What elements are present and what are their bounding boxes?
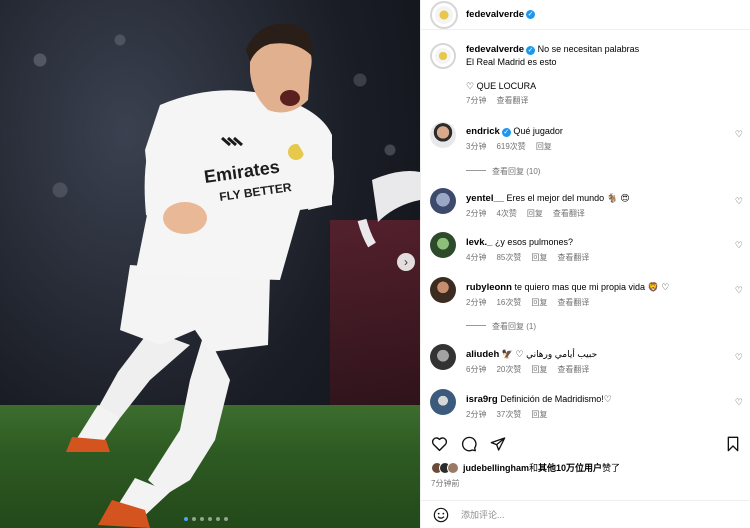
comment-text: Eres el mejor del mundo 🐐 😍 — [506, 193, 630, 203]
caption-time: 7分钟 — [466, 96, 487, 105]
comment-likes[interactable]: 20次赞 — [496, 365, 521, 374]
verified-icon: ✓ — [526, 10, 536, 19]
comment-time: 3分钟 — [466, 142, 487, 151]
reply-button[interactable]: 回复 — [531, 253, 547, 262]
see-translation-link[interactable]: 查看翻译 — [557, 253, 589, 262]
player-illustration: Emirates FLY BETTER — [66, 23, 420, 528]
carousel-dots — [184, 517, 228, 521]
caption-username[interactable]: fedevalverde — [466, 44, 524, 55]
comment-likes[interactable]: 85次赞 — [496, 253, 521, 262]
see-translation-link[interactable]: 查看翻译 — [553, 209, 585, 218]
heart-icon[interactable]: ♡ — [735, 397, 743, 408]
commenter-avatar[interactable] — [430, 232, 456, 258]
reply-button[interactable]: 回复 — [531, 410, 547, 419]
commenter-username[interactable]: rubyleonn — [466, 282, 512, 293]
reply-button[interactable]: 回复 — [531, 365, 547, 374]
comment-icon[interactable] — [461, 436, 477, 452]
comment-likes[interactable]: 37次赞 — [496, 410, 521, 419]
caption-line1: No se necesitan palabras — [537, 44, 640, 54]
reply-button[interactable]: 回复 — [531, 298, 547, 307]
commenter-username[interactable]: endrick — [466, 126, 500, 137]
caption-line3: ♡ QUE LOCURA — [466, 81, 537, 91]
comment-time: 2分钟 — [466, 209, 487, 218]
comment-text: te quiero mas que mi propia vida 🦁 ♡ — [514, 282, 670, 292]
bookmark-icon[interactable] — [726, 436, 740, 452]
post-side-panel: fedevalverde ✓ fedevalverde ✓ No se neces… — [420, 0, 750, 528]
heart-icon[interactable] — [431, 436, 448, 452]
commenter-username[interactable]: aliudeh — [466, 349, 499, 360]
post-photo: Emirates FLY BETTER › — [0, 0, 420, 528]
carousel-dot — [224, 517, 228, 521]
see-translation-link[interactable]: 查看翻译 — [557, 365, 589, 374]
view-replies-link[interactable]: 查看回复 (1) — [466, 321, 536, 332]
carousel-next-button[interactable]: › — [397, 253, 415, 271]
commenter-avatar[interactable] — [430, 344, 456, 370]
likes-suffix: 赞了 — [602, 463, 621, 473]
likes-summary: judebellingham和其他10万位用户赞了 — [431, 461, 620, 474]
carousel-dot — [200, 517, 204, 521]
likes-count-link[interactable]: 其他10万位用户 — [538, 463, 602, 473]
verified-icon: ✓ — [501, 128, 511, 137]
heart-icon[interactable]: ♡ — [735, 285, 743, 296]
reply-button[interactable]: 回复 — [536, 142, 552, 151]
comment-input[interactable] — [461, 509, 701, 520]
comment-text: ¿y esos pulmones? — [494, 237, 573, 247]
commenter-username[interactable]: yentel__ — [466, 193, 504, 204]
commenter-username[interactable]: levk._ — [466, 237, 492, 248]
carousel-dot — [216, 517, 220, 521]
chevron-right-icon: › — [404, 255, 408, 269]
author-avatar[interactable] — [430, 43, 456, 69]
author-avatar[interactable] — [430, 0, 458, 29]
author-username[interactable]: fedevalverde — [466, 9, 524, 20]
see-translation-link[interactable]: 查看翻译 — [496, 96, 528, 105]
post-time: 7分钟前 — [431, 479, 460, 488]
comment-likes[interactable]: 16次赞 — [496, 298, 521, 307]
heart-icon[interactable]: ♡ — [735, 240, 743, 251]
commenter-avatar[interactable] — [430, 277, 456, 303]
likes-connector: 和 — [529, 463, 539, 473]
comment-likes[interactable]: 4次赞 — [496, 209, 516, 218]
reply-button[interactable]: 回复 — [527, 209, 543, 218]
commenter-avatar[interactable] — [430, 122, 456, 148]
carousel-dot — [184, 517, 188, 521]
comment-text: Qué jugador — [513, 126, 563, 136]
heart-icon[interactable]: ♡ — [735, 196, 743, 207]
comments-list: fedevalverde ✓ No se necesitan palabras E… — [421, 33, 750, 421]
commenter-username[interactable]: isra9rg — [466, 394, 498, 405]
carousel-dot — [192, 517, 196, 521]
comment-text: Definición de Madridismo!♡ — [500, 394, 612, 404]
post-actions-bar — [431, 433, 740, 455]
caption-line2: El Real Madrid es esto — [466, 57, 557, 67]
view-replies-link[interactable]: 查看回复 (10) — [466, 166, 540, 177]
commenter-avatar[interactable] — [430, 389, 456, 415]
comment-time: 2分钟 — [466, 410, 487, 419]
comment-composer — [421, 500, 750, 528]
comment-time: 6分钟 — [466, 365, 487, 374]
heart-icon[interactable]: ♡ — [735, 129, 743, 140]
comment-time: 2分钟 — [466, 298, 487, 307]
see-translation-link[interactable]: 查看翻译 — [557, 298, 589, 307]
heart-icon[interactable]: ♡ — [735, 352, 743, 363]
emoji-icon[interactable] — [433, 507, 449, 523]
comment-likes[interactable]: 619次赞 — [496, 142, 525, 151]
comment-text: 🦅 ♡ حبيب أيامي ورهاني — [501, 349, 598, 359]
comment-time: 4分钟 — [466, 253, 487, 262]
carousel-dot — [208, 517, 212, 521]
liker-avatar — [447, 461, 459, 474]
liker-username[interactable]: judebellingham — [463, 463, 529, 473]
share-icon[interactable] — [490, 436, 506, 452]
commenter-avatar[interactable] — [430, 188, 456, 214]
post-header: fedevalverde ✓ — [421, 0, 750, 30]
verified-icon: ✓ — [526, 46, 536, 55]
